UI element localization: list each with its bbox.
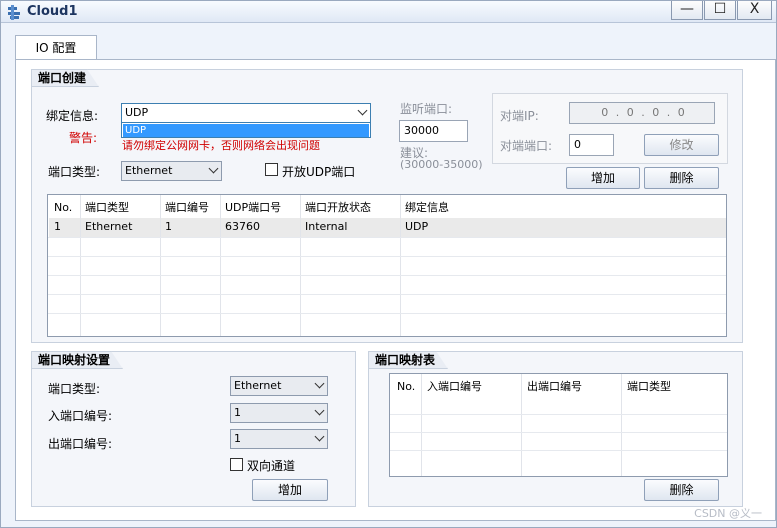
chevron-down-icon [357, 105, 368, 116]
close-button[interactable]: X [737, 1, 772, 20]
bidirectional-label: 双向通道 [247, 459, 296, 473]
cell-port-number: 1 [165, 220, 172, 233]
mapping-col-header-port-type[interactable]: 端口类型 [623, 377, 671, 397]
maximize-icon: ☐ [713, 1, 727, 17]
in-port-label: 入端口编号: [48, 409, 113, 423]
tab-label: IO 配置 [35, 41, 77, 55]
bidirectional-checkbox[interactable] [230, 458, 243, 471]
watermark: CSDN @义一 [694, 507, 762, 520]
binding-select[interactable]: UDP [121, 103, 371, 123]
listen-port-label: 监听端口: [400, 102, 453, 116]
mapping-col-header-out-port[interactable]: 出端口编号 [523, 377, 582, 397]
col-header-udp-port[interactable]: UDP端口号 [221, 198, 281, 218]
cloud-app-icon [8, 5, 20, 20]
listen-port-value: 30000 [404, 124, 439, 137]
delete-port-button[interactable]: 删除 [644, 167, 719, 189]
cell-no: 1 [54, 220, 61, 233]
cell-binding: UDP [405, 220, 429, 233]
col-header-no[interactable]: No. [50, 198, 72, 218]
cell-open-status: Internal [305, 220, 348, 233]
cloud1-window: Cloud1 — ☐ X IO 配置 端口创建 绑定信息: UDP UDP 警告… [0, 0, 777, 528]
tab-io-config[interactable]: IO 配置 [15, 35, 97, 60]
modify-button[interactable]: 修改 [644, 134, 719, 156]
minimize-icon: — [680, 1, 694, 17]
chevron-down-icon [314, 378, 325, 389]
close-icon: X [749, 1, 760, 17]
peer-ip-value: 0 . 0 . 0 . 0 [601, 106, 687, 119]
in-port-value: 1 [234, 406, 241, 419]
mapping-port-type-label: 端口类型: [48, 382, 101, 396]
binding-value: UDP [125, 106, 149, 119]
cell-udp-port: 63760 [225, 220, 260, 233]
title-bar[interactable]: Cloud1 — ☐ X [1, 1, 776, 23]
chevron-down-icon [314, 431, 325, 442]
mapping-port-type-select[interactable]: Ethernet [230, 376, 328, 396]
window-title: Cloud1 [27, 4, 78, 19]
binding-label: 绑定信息: [46, 109, 99, 123]
peer-port-input[interactable]: 0 [569, 134, 614, 156]
port-type-label: 端口类型: [48, 165, 101, 179]
add-port-button[interactable]: 增加 [566, 167, 640, 189]
chevron-down-icon [208, 163, 219, 174]
port-type-value: Ethernet [125, 164, 173, 177]
out-port-label: 出端口编号: [48, 437, 113, 451]
port-table: No. 端口类型 端口编号 UDP端口号 端口开放状态 绑定信息 1 Ether… [47, 194, 727, 337]
port-create-title: 端口创建 [31, 69, 99, 87]
add-mapping-button[interactable]: 增加 [252, 479, 328, 501]
chevron-down-icon [314, 405, 325, 416]
mapping-col-header-in-port[interactable]: 入端口编号 [423, 377, 482, 397]
cell-port-type: Ethernet [85, 220, 133, 233]
mapping-port-type-value: Ethernet [234, 379, 282, 392]
binding-dropdown-list[interactable]: UDP [121, 122, 371, 138]
col-header-port-number[interactable]: 端口编号 [161, 198, 209, 218]
port-mapping-table-title: 端口映射表 [368, 351, 448, 369]
col-header-open-status[interactable]: 端口开放状态 [301, 198, 371, 218]
peer-ip-input[interactable]: 0 . 0 . 0 . 0 [569, 102, 715, 124]
open-udp-checkbox[interactable] [265, 163, 278, 176]
mapping-col-header-no[interactable]: No. [393, 377, 415, 397]
peer-port-label: 对端端口: [500, 139, 553, 153]
delete-mapping-button[interactable]: 删除 [644, 479, 719, 501]
col-header-port-type[interactable]: 端口类型 [81, 198, 129, 218]
suggest-range: (30000-35000) [400, 158, 483, 171]
out-port-value: 1 [234, 432, 241, 445]
col-header-binding[interactable]: 绑定信息 [401, 198, 449, 218]
maximize-button[interactable]: ☐ [704, 1, 736, 20]
table-row[interactable]: 1 Ethernet 1 63760 Internal UDP [48, 218, 726, 237]
listen-port-input[interactable]: 30000 [399, 120, 468, 142]
port-mapping-settings-title: 端口映射设置 [31, 351, 123, 369]
mapping-table: No. 入端口编号 出端口编号 端口类型 [389, 373, 728, 477]
port-type-select[interactable]: Ethernet [121, 161, 222, 181]
out-port-select[interactable]: 1 [230, 429, 328, 449]
in-port-select[interactable]: 1 [230, 403, 328, 423]
peer-port-value: 0 [574, 138, 581, 151]
peer-ip-label: 对端IP: [500, 109, 539, 123]
binding-option-udp[interactable]: UDP [123, 124, 369, 137]
warning-label: 警告: [69, 131, 98, 145]
open-udp-label: 开放UDP端口 [282, 165, 356, 179]
minimize-button[interactable]: — [671, 1, 703, 20]
